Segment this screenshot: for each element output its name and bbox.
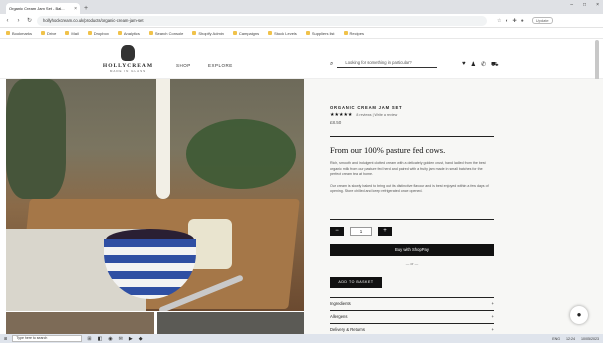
star-rating: ★★★★★ — [330, 112, 353, 118]
puzzle-icon[interactable]: ✚ — [513, 18, 517, 24]
review-link[interactable]: 8 reviews | Write a review — [356, 113, 397, 117]
bookmark-item[interactable]: Search Console — [149, 31, 183, 36]
back-icon[interactable]: ‹ — [4, 18, 11, 24]
reload-icon[interactable]: ↻ — [26, 17, 33, 24]
clock-date[interactable]: 10/05/2023 — [581, 337, 599, 341]
chat-bubble-icon[interactable]: ● — [570, 306, 588, 324]
logo-sub: MADE IN GLASS — [109, 69, 147, 73]
phone-icon[interactable]: ✆ — [481, 61, 486, 69]
bookmark-item[interactable]: Bookmarks — [6, 31, 32, 36]
profile-icon[interactable]: ● — [521, 18, 524, 24]
browser-tab[interactable]: Organic Cream Jam Set - Bal... × — [6, 3, 80, 14]
accordion-delivery[interactable]: Delivery & Returns + — [330, 327, 494, 332]
qty-minus-button[interactable]: − — [330, 227, 344, 236]
thumbnail[interactable] — [6, 312, 154, 334]
extension-icon[interactable]: ◐ — [505, 18, 508, 24]
taskbar-app-icon[interactable]: ◧ — [98, 336, 103, 342]
accordion-label: Ingredients — [330, 301, 351, 306]
clock-time[interactable]: 12:24 — [566, 337, 575, 341]
product-description: Rich, smooth and indulgent clotted cream… — [330, 161, 494, 195]
thumbnail-strip — [6, 312, 304, 334]
taskbar-apps: ⊞ ◧ ◉ ✉ ▶ ◆ — [87, 336, 142, 342]
accordion-label: Allergens — [330, 314, 348, 319]
bookmark-item[interactable]: Drive — [41, 31, 56, 36]
plus-icon: + — [491, 327, 494, 332]
shoppay-button[interactable]: Buy with ShopPay — [330, 244, 494, 256]
plus-icon: + — [491, 301, 494, 306]
search-icon[interactable]: ⌕ — [330, 61, 333, 68]
bookmark-item[interactable]: Suppliers list — [306, 31, 335, 36]
tab-title: Organic Cream Jam Set - Bal... — [9, 6, 65, 11]
product-hero-image[interactable] — [6, 79, 304, 311]
foliage-shape — [186, 119, 296, 189]
bookmark-item[interactable]: Recipes — [344, 31, 364, 36]
cream-pour-shape — [156, 79, 170, 199]
divider — [330, 310, 494, 311]
update-button[interactable]: Update — [531, 17, 553, 24]
basket-icon[interactable]: ⛟ — [491, 61, 499, 69]
minimize-button[interactable]: – — [570, 2, 573, 8]
windows-start-icon[interactable]: ⊞ — [4, 336, 7, 341]
url-field[interactable]: hollyhockcream.co.uk/products/organic-cr… — [37, 15, 487, 26]
taskbar-app-icon[interactable]: ✉ — [119, 336, 123, 342]
accordion-label: Delivery & Returns — [330, 327, 365, 332]
qty-input[interactable]: 1 — [350, 227, 372, 236]
forward-icon[interactable]: › — [15, 18, 22, 24]
divider — [330, 219, 494, 220]
description-paragraph: Our cream is slowly baked to bring out i… — [330, 183, 489, 194]
divider — [330, 323, 494, 324]
window-controls: – □ × — [570, 2, 599, 8]
bookmark-item[interactable]: Mail — [65, 31, 78, 36]
browser-tab-bar: Organic Cream Jam Set - Bal... × + – □ × — [0, 0, 603, 14]
divider — [330, 136, 494, 137]
divider — [330, 297, 494, 298]
thumbnail[interactable] — [156, 312, 304, 334]
new-tab-button[interactable]: + — [84, 3, 88, 14]
header-icons: ♥ ♟ ✆ ⛟ — [462, 61, 499, 69]
cow-logo-icon — [121, 45, 135, 61]
heart-icon[interactable]: ♥ — [462, 61, 466, 69]
product-tagline: From our 100% pasture fed cows. — [330, 145, 446, 155]
bookmarks-bar: Bookmarks Drive Mail Dropbox Analytics S… — [0, 28, 603, 39]
bookmark-item[interactable]: Analytics — [118, 31, 140, 36]
rating: ★★★★★ 8 reviews | Write a review — [330, 112, 397, 118]
site-logo[interactable]: HOLLYCREAM MADE IN GLASS — [100, 45, 156, 73]
close-window-button[interactable]: × — [596, 2, 599, 8]
product-category: ORGANIC CREAM JAM SET — [330, 105, 403, 110]
description-paragraph: Rich, smooth and indulgent clotted cream… — [330, 161, 486, 176]
system-tray: ENG 12:24 10/05/2023 — [552, 337, 599, 341]
nav-shop[interactable]: SHOP — [176, 63, 191, 68]
user-icon[interactable]: ♟ — [471, 61, 476, 69]
product-panel: ORGANIC CREAM JAM SET ★★★★★ 8 reviews | … — [304, 79, 603, 334]
product-price: £8.50 — [330, 120, 342, 125]
taskbar-search[interactable]: Type here to search — [12, 335, 83, 342]
foliage-shape — [6, 79, 66, 199]
address-bar-row: ‹ › ↻ hollyhockcream.co.uk/products/orga… — [0, 14, 603, 28]
star-icon[interactable]: ☆ — [497, 18, 501, 24]
qty-plus-button[interactable]: + — [378, 227, 392, 236]
accordion-ingredients[interactable]: Ingredients + — [330, 301, 494, 306]
accordion-allergens[interactable]: Allergens + — [330, 314, 494, 319]
nav-explore[interactable]: EXPLORE — [208, 63, 233, 68]
extensions-area: ☆ ◐ ✚ ● Update — [497, 17, 553, 24]
plus-icon: + — [491, 314, 494, 319]
or-divider: — or — — [405, 262, 419, 266]
bookmark-item[interactable]: Campaigns — [233, 31, 259, 36]
add-to-basket-button[interactable]: ADD TO BASKET — [330, 277, 382, 288]
taskbar-app-icon[interactable]: ⊞ — [87, 336, 91, 342]
maximize-button[interactable]: □ — [583, 2, 586, 8]
taskbar-app-icon[interactable]: ▶ — [129, 336, 133, 342]
bookmark-item[interactable]: Shopify Admin — [192, 31, 224, 36]
bookmark-item[interactable]: Stock Levels — [268, 31, 297, 36]
search-input[interactable]: Looking for something in particular? — [337, 60, 438, 68]
language-indicator[interactable]: ENG — [552, 337, 560, 341]
site-header: HOLLYCREAM MADE IN GLASS SHOP EXPLORE ⌕ … — [0, 39, 603, 79]
taskbar-app-icon[interactable]: ◉ — [108, 336, 112, 342]
taskbar-app-icon[interactable]: ◆ — [139, 336, 143, 342]
tab-close-icon[interactable]: × — [74, 6, 77, 12]
quantity-stepper: − 1 + — [330, 227, 392, 236]
site-search: ⌕ Looking for something in particular? — [330, 59, 445, 69]
bookmark-item[interactable]: Dropbox — [88, 31, 109, 36]
os-taskbar: ⊞ Type here to search ⊞ ◧ ◉ ✉ ▶ ◆ ENG 12… — [0, 334, 603, 343]
